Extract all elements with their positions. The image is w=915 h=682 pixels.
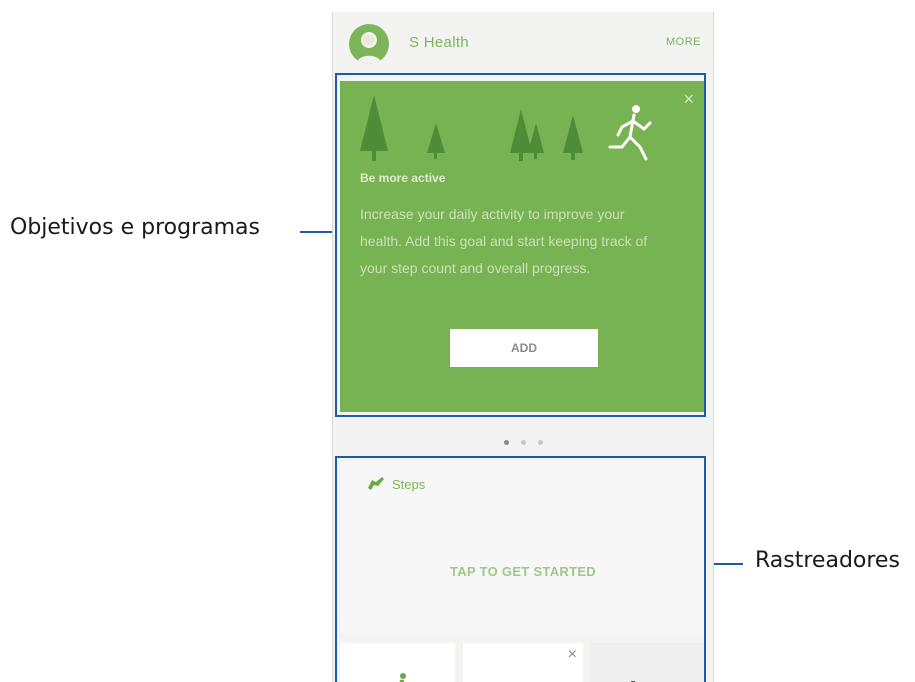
page-dot[interactable] [537,440,543,445]
app-title: S Health [409,34,469,51]
callout-goals-label: Objetivos e programas [10,215,260,240]
more-button[interactable]: MORE [666,36,701,48]
app-header: S Health MORE [333,12,713,74]
page-dot[interactable] [520,440,526,445]
callout-trackers-line [710,563,743,565]
callout-trackers-label: Rastreadores [755,548,900,573]
callout-goals-line [300,231,333,233]
person-icon [356,32,382,64]
page-dot[interactable] [503,440,509,445]
profile-avatar[interactable] [349,24,389,64]
trackers-highlight-frame [335,456,706,682]
goals-highlight-frame [335,73,706,417]
page-indicator [493,432,553,445]
